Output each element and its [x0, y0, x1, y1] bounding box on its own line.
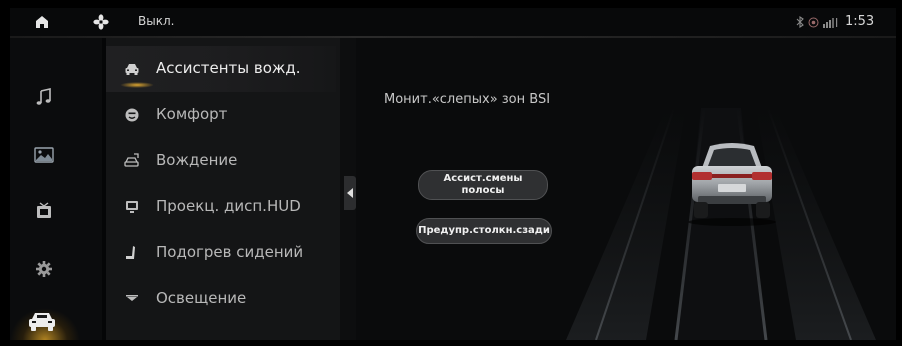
driver-assist-icon: [125, 64, 139, 75]
bluetooth-icon: [796, 16, 804, 28]
comfort-icon: [125, 108, 139, 122]
menu-item-comfort[interactable]: Комфорт: [106, 92, 336, 138]
menu-item-seat-heating[interactable]: Подогрев сидений: [106, 230, 336, 276]
collapse-panel-button[interactable]: [344, 176, 356, 210]
rail-item-gallery[interactable]: [32, 144, 56, 166]
video-icon: [37, 202, 51, 218]
menu-item-label: Проекц. дисп.HUD: [156, 197, 301, 215]
gear-icon: [36, 261, 52, 277]
gallery-icon: [34, 147, 54, 163]
menu-item-label: Подогрев сидений: [156, 243, 304, 261]
seat-heat-icon: [126, 246, 135, 259]
infotainment-screen: Выкл. 1:53 Ассистенты вожд. Комфорт Вожд…: [10, 8, 896, 340]
app-rail: [10, 38, 102, 340]
driving-icon: [124, 153, 139, 167]
settings-menu: Ассистенты вожд. Комфорт Вождение Проекц…: [106, 38, 426, 340]
section-title: Монит.«слепых» зон BSI: [384, 92, 551, 107]
fan-status-label[interactable]: Выкл.: [138, 14, 174, 28]
lane-change-assist-button[interactable]: Ассист.смены полосы: [418, 170, 548, 200]
vehicle-rear-illustration: [688, 143, 776, 226]
lighting-icon: [126, 295, 138, 301]
menu-item-label: Ассистенты вожд.: [156, 59, 301, 77]
clock: 1:53: [845, 14, 875, 29]
rear-collision-warning-label: Предупр.столкн.сзади: [418, 225, 550, 236]
lane-change-assist-label-line2: полосы: [461, 185, 505, 196]
car-icon: [29, 313, 55, 331]
music-icon: [36, 88, 51, 105]
menu-item-lighting[interactable]: Освещение: [106, 276, 336, 322]
rail-item-settings[interactable]: [32, 258, 56, 280]
home-icon[interactable]: [35, 15, 49, 29]
rail-item-music[interactable]: [32, 86, 56, 108]
menu-item-driver-assist[interactable]: Ассистенты вожд.: [106, 46, 336, 92]
status-bar: Выкл. 1:53: [10, 8, 896, 36]
menu-item-hud[interactable]: Проекц. дисп.HUD: [106, 184, 336, 230]
menu-item-label: Комфорт: [156, 105, 228, 123]
record-icon: [808, 17, 819, 27]
rear-collision-warning-button[interactable]: Предупр.столкн.сзади: [416, 218, 552, 244]
signal-icon: [823, 17, 838, 28]
rail-item-vehicle[interactable]: [26, 310, 58, 332]
menu-item-label: Вождение: [156, 151, 238, 169]
fan-icon[interactable]: [93, 14, 109, 30]
lane-change-assist-label-line1: Ассист.смены: [443, 173, 523, 184]
rail-item-video[interactable]: [32, 200, 56, 222]
hud-icon: [126, 201, 138, 213]
bsi-settings-panel: Монит.«слепых» зон BSI Ассист.смены поло…: [356, 38, 896, 340]
chevron-left-icon: [347, 188, 353, 198]
menu-item-label: Освещение: [156, 289, 247, 307]
menu-item-driving[interactable]: Вождение: [106, 138, 336, 184]
